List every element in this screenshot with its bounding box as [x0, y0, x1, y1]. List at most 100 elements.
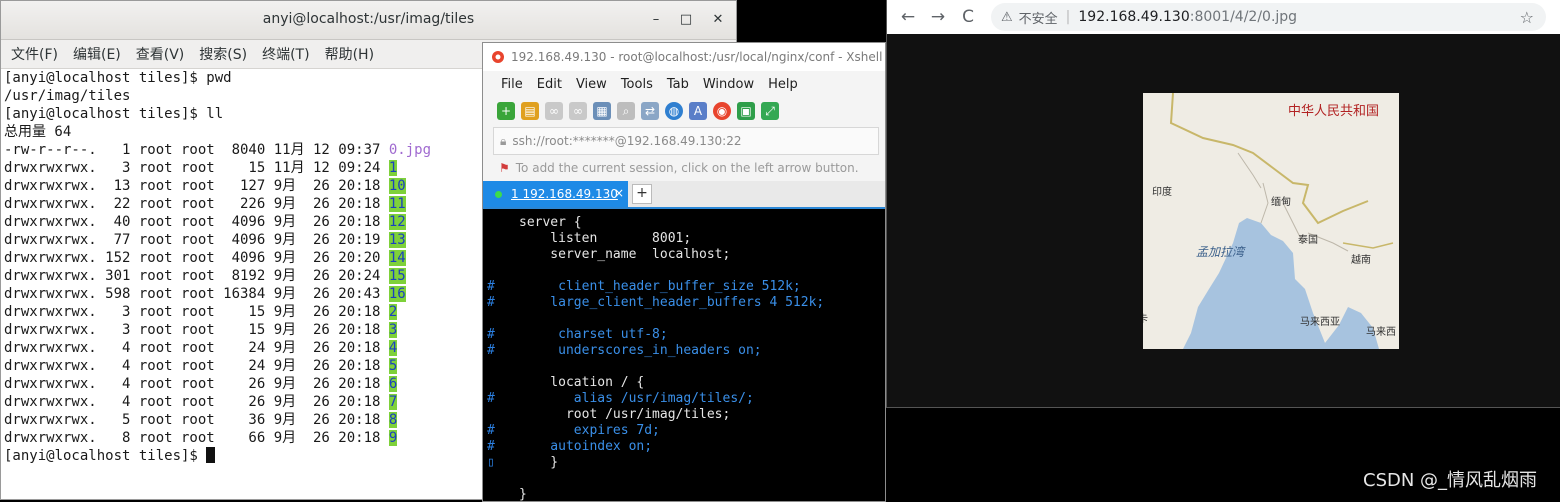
directory-name: 14 [388, 250, 406, 266]
xshell-terminal[interactable]: server { listen 8001; server_name localh… [483, 209, 885, 501]
bookmark-star-icon[interactable]: ☆ [1520, 8, 1534, 27]
xshell-window[interactable]: 192.168.49.130 - root@localhost:/usr/loc… [482, 42, 886, 502]
bookmark-flag-icon[interactable]: ⚑ [499, 161, 510, 175]
config-line: server { [483, 215, 885, 231]
terminal-line-text: /usr/imag/tiles [4, 88, 131, 104]
config-line-marker: # [487, 279, 495, 294]
terminal-line-text: -rw-r--r--. 1 root root 8040 11月 12 09:3… [4, 142, 389, 158]
security-status[interactable]: 不安全 [1019, 8, 1058, 27]
terminal-titlebar[interactable]: anyi@localhost:/usr/imag/tiles – □ ✕ [1, 1, 736, 40]
address-bar[interactable]: ⚠ 不安全 | 192.168.49.130 :8001/4/2/0.jpg ☆ [991, 3, 1546, 31]
maximize-icon[interactable]: □ [676, 10, 696, 30]
xs-menu-file[interactable]: File [501, 77, 523, 92]
new-session-icon[interactable]: + [497, 102, 515, 120]
close-icon[interactable]: ✕ [708, 10, 728, 30]
terminal-line-text: drwxrwxrwx. 22 root root 226 9月 26 20:18 [4, 196, 389, 212]
globe-icon[interactable]: ◍ [665, 102, 683, 120]
config-line-text: charset utf-8; [519, 327, 668, 342]
menu-view[interactable]: 查看(V) [136, 44, 185, 64]
directory-name: 4 [388, 340, 398, 356]
menu-terminal[interactable]: 终端(T) [262, 44, 309, 64]
config-line-text: alias /usr/imag/tiles/; [519, 391, 754, 406]
open-folder-icon[interactable]: ▤ [521, 102, 539, 120]
forward-icon[interactable]: → [923, 7, 953, 27]
directory-name: 9 [388, 430, 398, 446]
xs-menu-tools[interactable]: Tools [621, 77, 653, 92]
menu-edit[interactable]: 编辑(E) [73, 44, 121, 64]
directory-name: 7 [388, 394, 398, 410]
csdn-watermark: CSDN @_情风乱烟雨 [1363, 470, 1538, 491]
font-icon[interactable]: A [689, 102, 707, 120]
terminal-title: anyi@localhost:/usr/imag/tiles [262, 11, 475, 27]
transfer-icon[interactable]: ⇄ [641, 102, 659, 120]
menu-help[interactable]: 帮助(H) [325, 44, 374, 64]
directory-name: 1 [388, 160, 398, 176]
xshell-toolbar: + ▤ ∞ ∞ ▦ ⌕ ⇄ ◍ A ◉ ▣ ⤢ [483, 97, 885, 125]
terminal-line-text: drwxrwxrwx. 4 root root 26 9月 26 20:18 [4, 394, 389, 410]
directory-name: 8 [388, 412, 398, 428]
properties-icon[interactable]: ▦ [593, 102, 611, 120]
back-icon[interactable]: ← [893, 7, 923, 27]
config-line-marker: # [487, 423, 495, 438]
directory-name: 10 [388, 178, 406, 194]
directory-name: 11 [388, 196, 406, 212]
menu-search[interactable]: 搜索(S) [199, 44, 247, 64]
terminal-line-text: drwxrwxrwx. 3 root root 15 9月 26 20:18 [4, 304, 389, 320]
terminal-line-text: drwxrwxrwx. 13 root root 127 9月 26 20:18 [4, 178, 389, 194]
tab-label: 1 192.168.49.130 [511, 187, 618, 201]
directory-name: 13 [388, 232, 406, 248]
session-address: ssh://root:*******@192.168.49.130:22 [512, 134, 742, 148]
disconnect-icon[interactable]: ∞ [569, 102, 587, 120]
config-line: # charset utf-8; [483, 327, 885, 343]
terminal-line-text: drwxrwxrwx. 598 root root 16384 9月 26 20… [4, 286, 389, 302]
xftp-icon[interactable]: ▣ [737, 102, 755, 120]
xshell-icon[interactable]: ◉ [713, 102, 731, 120]
minimize-icon[interactable]: – [646, 10, 666, 30]
fullscreen-icon[interactable]: ⤢ [761, 102, 779, 120]
config-line-marker: # [487, 391, 495, 406]
xs-menu-tab[interactable]: Tab [667, 77, 689, 92]
xs-menu-view[interactable]: View [576, 77, 607, 92]
config-line-text: large_client_header_buffers 4 512k; [519, 295, 825, 310]
session-hint-bar: ⚑ To add the current session, click on t… [483, 155, 885, 181]
map-label-malaysia: 马来西亚 [1300, 317, 1340, 328]
config-line-text: } [519, 455, 559, 470]
xs-menu-edit[interactable]: Edit [537, 77, 562, 92]
session-address-bar[interactable]: 🔒︎ ssh://root:*******@192.168.49.130:22 [493, 127, 879, 155]
find-icon[interactable]: ⌕ [617, 102, 635, 120]
config-line-text: expires 7d; [519, 423, 660, 438]
add-tab-button[interactable]: + [632, 184, 652, 204]
xs-menu-window[interactable]: Window [703, 77, 754, 92]
xshell-logo-icon [492, 51, 504, 63]
session-tabbar: 1 192.168.49.130 × + [483, 181, 885, 209]
config-line: # underscores_in_headers on; [483, 343, 885, 359]
session-hint: To add the current session, click on the… [515, 161, 859, 175]
config-line-text: client_header_buffer_size 512k; [519, 279, 801, 294]
config-line-text: server { [519, 215, 582, 230]
browser-window[interactable]: ← → C ⚠ 不安全 | 192.168.49.130 :8001/4/2/0… [886, 0, 1560, 408]
map-label-thailand: 泰国 [1298, 235, 1318, 246]
terminal-line-text: drwxrwxrwx. 77 root root 4096 9月 26 20:1… [4, 232, 389, 248]
menu-file[interactable]: 文件(F) [11, 44, 58, 64]
url-host: 192.168.49.130 [1078, 9, 1190, 25]
config-line: # large_client_header_buffers 4 512k; [483, 295, 885, 311]
connect-icon[interactable]: ∞ [545, 102, 563, 120]
directory-name: 6 [388, 376, 398, 392]
directory-name: 12 [388, 214, 406, 230]
config-line: # expires 7d; [483, 423, 885, 439]
tab-session-1[interactable]: 1 192.168.49.130 × [483, 181, 628, 207]
map-label-malaysia-cut: 马来西 [1366, 327, 1396, 338]
config-line-text: root /usr/imag/tiles; [519, 407, 731, 422]
tab-close-icon[interactable]: × [614, 186, 624, 200]
omni-divider: | [1065, 9, 1071, 25]
warning-icon: ⚠ [1001, 9, 1013, 25]
xshell-titlebar[interactable]: 192.168.49.130 - root@localhost:/usr/loc… [483, 43, 885, 71]
directory-name: 15 [388, 268, 406, 284]
xs-menu-help[interactable]: Help [768, 77, 798, 92]
file-name: 0.jpg [388, 142, 432, 158]
reload-icon[interactable]: C [953, 7, 983, 27]
config-line: # client_header_buffer_size 512k; [483, 279, 885, 295]
terminal-line-text: drwxrwxrwx. 4 root root 26 9月 26 20:18 [4, 376, 389, 392]
map-land-shapes [1143, 93, 1399, 349]
config-line: # autoindex on; [483, 439, 885, 455]
